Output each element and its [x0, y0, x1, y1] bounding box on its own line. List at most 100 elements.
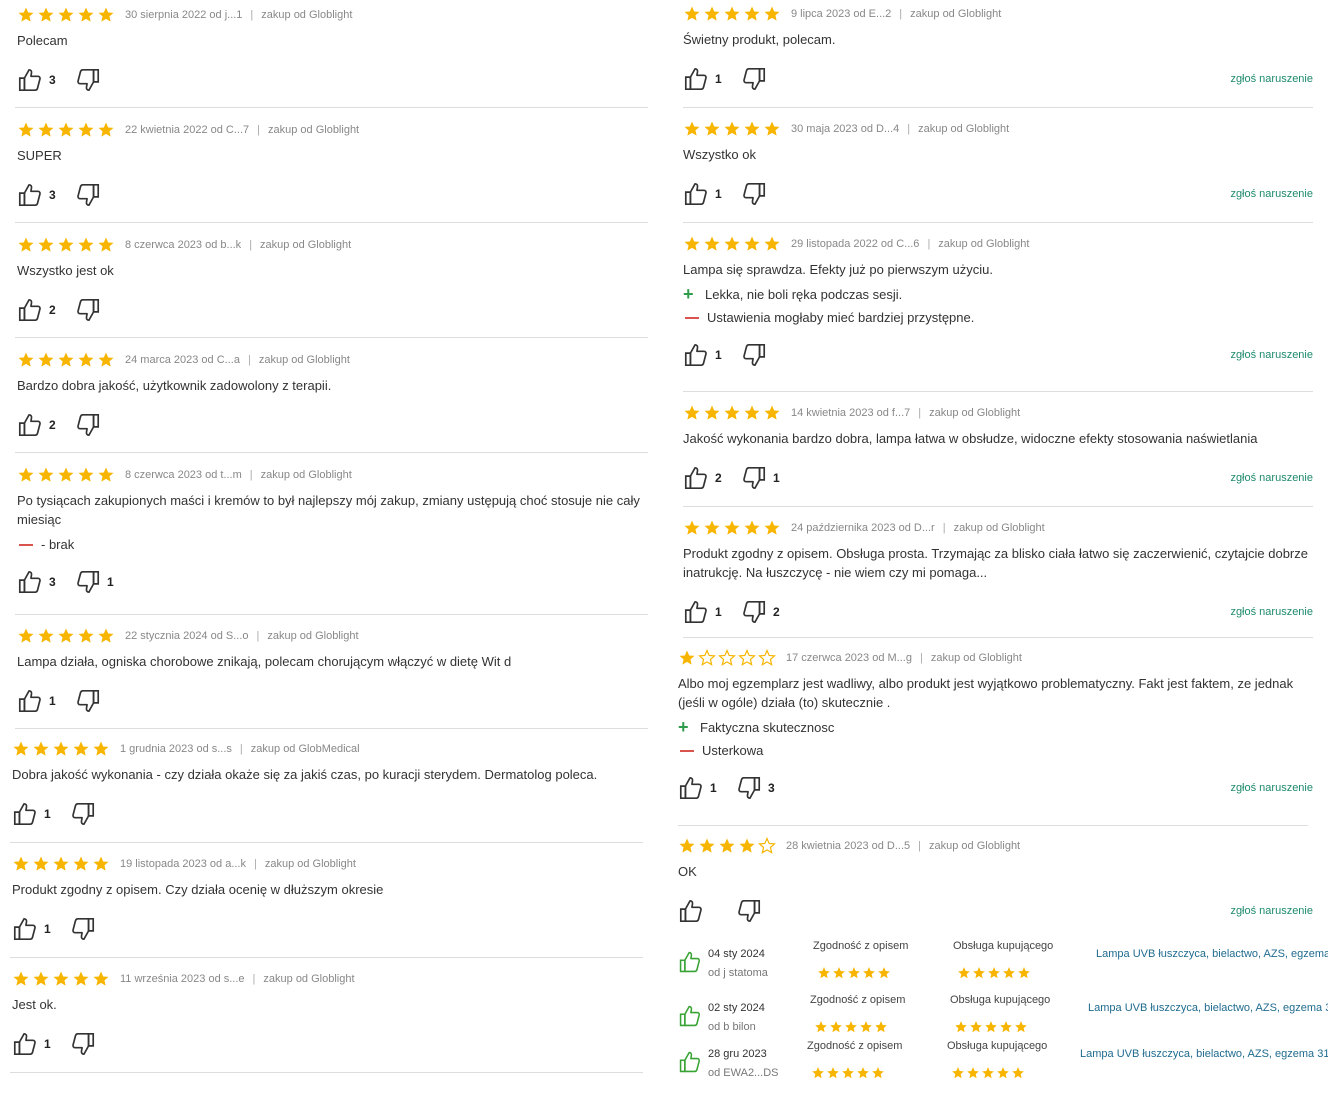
star-filled-icon [812, 1067, 824, 1079]
report-link[interactable]: zgłoś naruszenie [1230, 782, 1313, 794]
thumb-down-icon [743, 466, 766, 490]
review-divider [10, 957, 643, 958]
review-header: 30 maja 2023 od D...4 | zakup od Globlight [683, 120, 1313, 138]
helpful-button[interactable]: 1 [678, 775, 718, 801]
review-header: 22 kwietnia 2022 od C...7 | zakup od Globl… [17, 121, 647, 139]
helpful-button[interactable]: 1 [683, 66, 723, 92]
review-meta: 8 czerwca 2023 od b...k | zakup od Globlig… [125, 239, 351, 251]
con-text: Usterkowa [702, 743, 764, 758]
not-helpful-button[interactable] [741, 181, 781, 207]
rating-category-label: Zgodność z opisem [810, 994, 906, 1006]
star-filled-icon [38, 237, 54, 252]
helpful-button[interactable]: 2 [683, 465, 723, 491]
product-link[interactable]: Lampa UVB łuszczyca, bielactwo, AZS, egz… [1096, 948, 1328, 960]
thumb-up-icon [679, 951, 701, 973]
review-item: 30 sierpnia 2022 od j...1 | zakup od Globl… [17, 6, 647, 94]
helpful-button[interactable]: 2 [17, 297, 57, 323]
meta-separator: | [256, 630, 260, 642]
review-meta: 11 września 2023 od s...e | zakup od Globl… [120, 973, 355, 985]
star-filled-icon [1012, 1067, 1024, 1079]
star-filled-icon [38, 122, 54, 137]
report-link[interactable]: zgłoś naruszenie [1230, 905, 1313, 917]
helpful-button[interactable]: 1 [12, 801, 52, 827]
meta-separator: | [250, 9, 254, 21]
helpful-button[interactable]: 3 [17, 569, 57, 595]
review-date-author: 11 września 2023 od s...e [120, 973, 245, 985]
review-votes: 2 [17, 296, 647, 324]
star-filled-icon [78, 467, 94, 482]
feedback-date: 04 sty 2024 [708, 948, 765, 960]
helpful-count: 3 [49, 73, 56, 87]
star-filled-icon [93, 856, 109, 871]
thumb-down-icon [77, 298, 100, 322]
review-date-author: 8 czerwca 2023 od t...m [125, 469, 242, 481]
review-votes: 13 [678, 774, 1313, 802]
not-helpful-button[interactable]: 3 [736, 775, 776, 801]
helpful-button[interactable]: 2 [17, 412, 57, 438]
not-helpful-button[interactable]: 2 [741, 599, 781, 625]
star-rating [17, 121, 115, 139]
helpful-button[interactable]: 1 [17, 688, 57, 714]
helpful-button[interactable]: 1 [12, 916, 52, 942]
not-helpful-count: 2 [773, 605, 780, 619]
review-item: 17 czerwca 2023 od M...g | zakup od Globli… [678, 649, 1313, 802]
product-link[interactable]: Lampa UVB łuszczyca, bielactwo, AZS, egz… [1080, 1048, 1328, 1060]
report-link[interactable]: zgłoś naruszenie [1230, 606, 1313, 618]
star-empty-icon [758, 837, 776, 854]
star-filled-icon [704, 6, 720, 21]
plus-icon: + [683, 284, 694, 304]
star-rating [12, 970, 110, 988]
star-filled-icon [18, 352, 34, 367]
star-rating [683, 5, 781, 23]
report-link[interactable]: zgłoś naruszenie [1230, 349, 1313, 361]
star-filled-icon [98, 467, 114, 482]
not-helpful-button[interactable]: 1 [741, 465, 781, 491]
review-source: zakup od Globlight [918, 123, 1010, 135]
not-helpful-button[interactable] [70, 916, 110, 942]
not-helpful-button[interactable] [75, 297, 115, 323]
star-filled-icon [875, 1021, 887, 1033]
feedback-date: 28 gru 2023 [708, 1048, 767, 1060]
not-helpful-button[interactable] [75, 67, 115, 93]
star-filled-icon [970, 1021, 982, 1033]
review-date-author: 17 czerwca 2023 od M...g [786, 652, 912, 664]
helpful-button[interactable]: 3 [17, 67, 57, 93]
not-helpful-button[interactable]: 1 [75, 569, 115, 595]
review-source: zakup od Globlight [938, 238, 1030, 250]
product-link[interactable]: Lampa UVB łuszczyca, bielactwo, AZS, egz… [1088, 1002, 1328, 1014]
review-header: 30 sierpnia 2022 od j...1 | zakup od Globl… [17, 6, 647, 24]
not-helpful-button[interactable] [75, 688, 115, 714]
helpful-button[interactable]: 1 [12, 1031, 52, 1057]
review-text: Świetny produkt, polecam. [683, 32, 836, 47]
helpful-button[interactable] [678, 898, 718, 924]
review-date-author: 24 października 2023 od D...r [791, 522, 935, 534]
review-meta: 19 listopada 2023 od a...k | zakup od Glob… [120, 858, 356, 870]
review-item: 19 listopada 2023 od a...k | zakup od Glob… [12, 855, 642, 943]
helpful-button[interactable]: 1 [683, 181, 723, 207]
not-helpful-button[interactable] [736, 898, 776, 924]
helpful-button[interactable]: 1 [683, 599, 723, 625]
not-helpful-button[interactable] [75, 412, 115, 438]
not-helpful-button[interactable] [70, 801, 110, 827]
not-helpful-button[interactable] [741, 66, 781, 92]
meta-separator: | [253, 858, 257, 870]
report-link[interactable]: zgłoś naruszenie [1230, 188, 1313, 200]
not-helpful-button[interactable] [70, 1031, 110, 1057]
review-source: zakup od Globlight [929, 840, 1021, 852]
review-votes: 12 [683, 598, 1313, 626]
review-source: zakup od Globlight [264, 858, 356, 870]
not-helpful-button[interactable] [741, 342, 781, 368]
thumb-up-icon [679, 899, 702, 923]
helpful-button[interactable]: 1 [683, 342, 723, 368]
report-link[interactable]: zgłoś naruszenie [1230, 472, 1313, 484]
review-divider [683, 637, 1313, 638]
report-link[interactable]: zgłoś naruszenie [1230, 73, 1313, 85]
helpful-button[interactable]: 3 [17, 182, 57, 208]
not-helpful-button[interactable] [75, 182, 115, 208]
star-filled-icon [845, 1021, 857, 1033]
review-date-author: 28 kwietnia 2023 od D...5 [786, 840, 911, 852]
rating-category-label: Zgodność z opisem [807, 1040, 903, 1052]
minus-icon [685, 316, 699, 319]
star-empty-icon [738, 649, 756, 666]
star-filled-icon [18, 467, 34, 482]
